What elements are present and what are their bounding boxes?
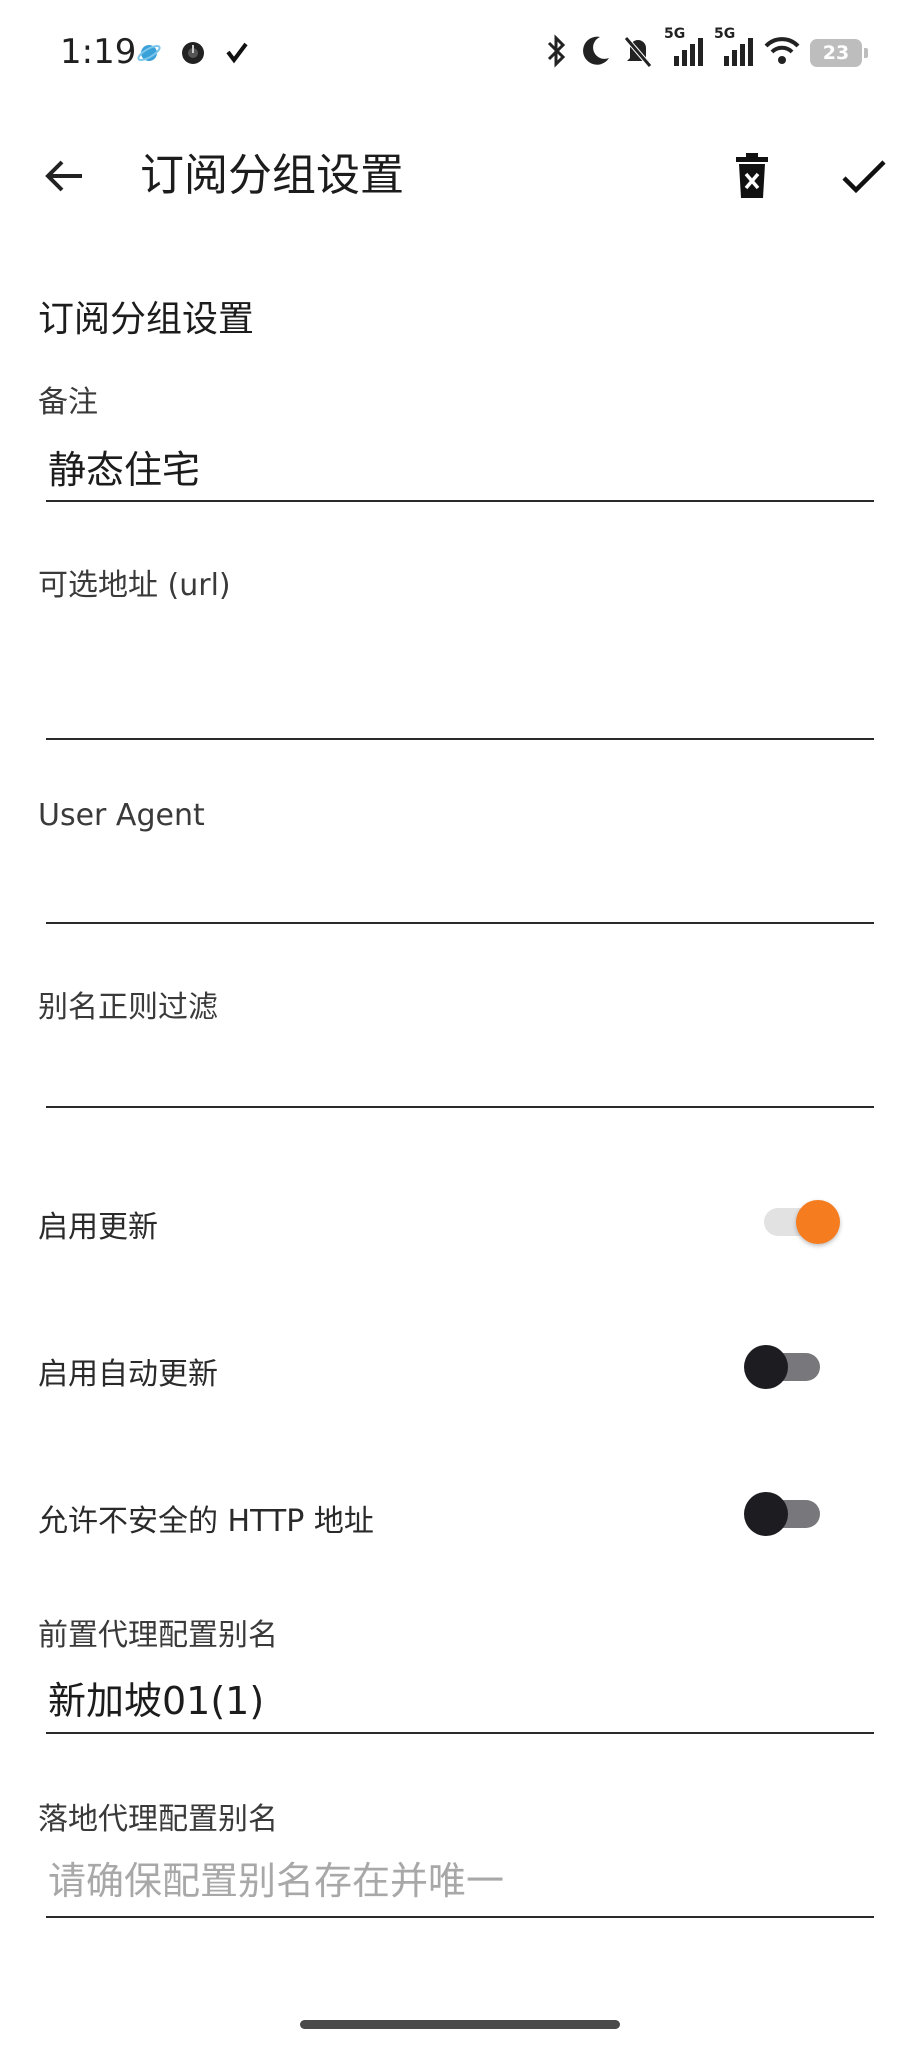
back-button[interactable]: [34, 146, 94, 206]
page-title: 订阅分组设置: [140, 150, 404, 201]
switch-thumb: [744, 1492, 788, 1536]
home-indicator[interactable]: [300, 2020, 620, 2029]
signal-icon: 5G: [714, 26, 754, 72]
confirm-button[interactable]: [834, 146, 894, 206]
url-label: 可选地址 (url): [38, 568, 231, 603]
remark-input[interactable]: [46, 438, 874, 502]
switch-thumb: [796, 1200, 840, 1244]
allow-insecure-http-switch[interactable]: [744, 1492, 820, 1536]
landing-proxy-label: 落地代理配置别名: [38, 1802, 278, 1837]
enable-auto-update-label: 启用自动更新: [38, 1357, 218, 1392]
alias-filter-input[interactable]: [46, 1044, 874, 1108]
app-check-icon: [224, 40, 250, 70]
app-bar: 订阅分组设置: [0, 110, 920, 245]
alias-filter-label: 别名正则过滤: [38, 990, 218, 1025]
battery-icon: 23: [810, 39, 868, 67]
section-title: 订阅分组设置: [38, 299, 255, 340]
do-not-disturb-moon-icon: [580, 34, 612, 72]
status-system-icons: 5G 5G 23: [542, 26, 868, 72]
status-time: 1:19: [60, 32, 137, 72]
app-dark-circle-icon: [180, 40, 206, 70]
check-icon: [842, 160, 886, 194]
network-type-label: 5G: [664, 26, 686, 42]
url-input[interactable]: [46, 620, 874, 740]
network-type-label: 5G: [714, 26, 736, 42]
status-bar: 1:19 5G 5G 23: [0, 0, 920, 110]
enable-update-label: 启用更新: [38, 1210, 158, 1245]
user-agent-label: User Agent: [38, 798, 205, 833]
user-agent-input[interactable]: [46, 860, 874, 924]
enable-update-switch[interactable]: [764, 1200, 840, 1244]
bell-muted-icon: [622, 34, 654, 72]
allow-insecure-http-label: 允许不安全的 HTTP 地址: [38, 1504, 374, 1539]
front-proxy-input[interactable]: [46, 1668, 874, 1734]
enable-auto-update-switch[interactable]: [744, 1345, 820, 1389]
remark-label: 备注: [38, 385, 98, 420]
delete-icon: [736, 153, 768, 198]
front-proxy-label: 前置代理配置别名: [38, 1618, 278, 1653]
wifi-icon: [764, 34, 800, 72]
delete-button[interactable]: [722, 146, 782, 206]
switch-thumb: [744, 1345, 788, 1389]
landing-proxy-input[interactable]: [46, 1852, 874, 1918]
bluetooth-icon: [542, 34, 570, 72]
app-planet-icon: [136, 40, 162, 70]
battery-level: 23: [822, 42, 850, 64]
signal-icon: 5G: [664, 26, 704, 72]
arrow-back-icon: [45, 160, 82, 192]
status-notification-icons: [136, 40, 250, 70]
